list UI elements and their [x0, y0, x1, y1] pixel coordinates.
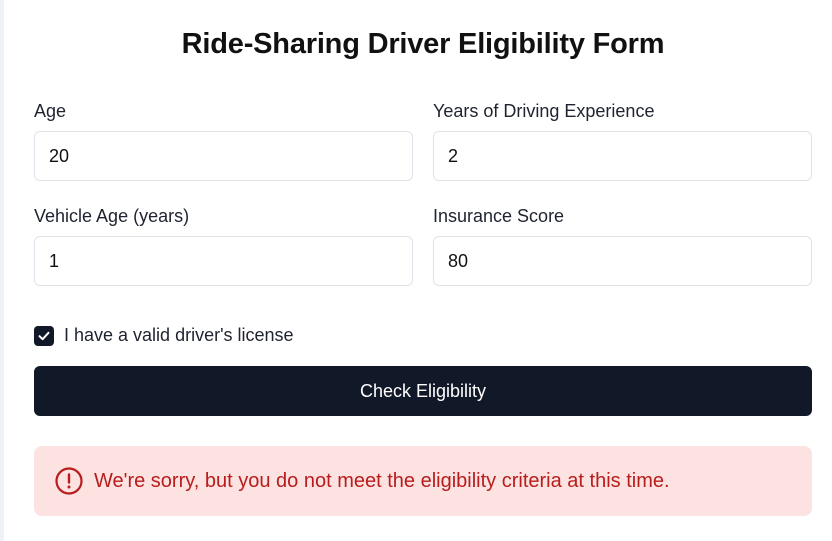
eligibility-error-message: We're sorry, but you do not meet the eli…: [94, 469, 670, 492]
age-label: Age: [34, 101, 67, 121]
eligibility-error-alert: We're sorry, but you do not meet the eli…: [34, 446, 812, 516]
alert-circle-icon: [54, 466, 84, 496]
license-checkbox-label[interactable]: I have a valid driver's license: [64, 325, 294, 346]
check-eligibility-button[interactable]: Check Eligibility: [34, 366, 812, 416]
checkmark-icon: [38, 331, 50, 341]
vehicle-age-label: Vehicle Age (years): [34, 206, 190, 226]
insurance-score-input[interactable]: [433, 236, 812, 286]
experience-label: Years of Driving Experience: [433, 101, 655, 121]
age-input[interactable]: [34, 131, 413, 181]
license-checkbox[interactable]: [34, 326, 54, 346]
vehicle-age-input[interactable]: [34, 236, 413, 286]
form-title: Ride-Sharing Driver Eligibility Form: [181, 28, 665, 60]
insurance-score-label: Insurance Score: [433, 206, 565, 226]
eligibility-card: Ride-Sharing Driver Eligibility Form Age…: [4, 0, 832, 541]
experience-input[interactable]: [433, 131, 812, 181]
